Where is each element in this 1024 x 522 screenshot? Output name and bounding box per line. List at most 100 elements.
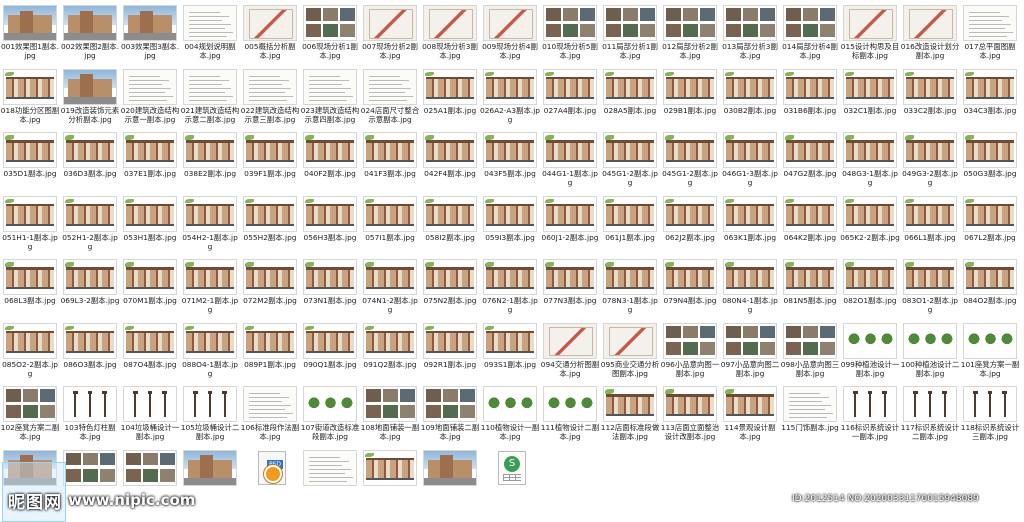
file-item[interactable]: 013局部分析3副本.jpg xyxy=(720,3,780,67)
file-item[interactable]: S xyxy=(480,448,540,512)
file-item[interactable]: 043F5副本.jpg xyxy=(480,130,540,194)
file-item[interactable]: 041F3副本.jpg xyxy=(360,130,420,194)
file-item[interactable]: 029B1副本.jpg xyxy=(660,67,720,131)
file-item[interactable]: 067L2副本.jpg xyxy=(960,194,1020,258)
file-item[interactable]: 038E2副本.jpg xyxy=(180,130,240,194)
file-item[interactable]: 052H1-2副本.jpg xyxy=(60,194,120,258)
file-item[interactable]: 030B2副本.jpg xyxy=(720,67,780,131)
file-item[interactable]: 061J1副本.jpg xyxy=(600,194,660,258)
file-item[interactable]: 008现场分析3副本.jpg xyxy=(420,3,480,67)
file-item[interactable]: 060J1-2副本.jpg xyxy=(540,194,600,258)
file-item[interactable]: 048G3-1副本.jpg xyxy=(840,130,900,194)
file-item[interactable]: 007现场分析2副本.jpg xyxy=(360,3,420,67)
file-item[interactable]: 091Q2副本.jpg xyxy=(360,321,420,385)
file-item[interactable]: 075N2副本.jpg xyxy=(420,257,480,321)
file-item[interactable]: 022建筑改造结构示意三副本.jpg xyxy=(240,67,300,131)
file-item[interactable]: 002效果图2副本.jpg xyxy=(60,3,120,67)
file-item[interactable]: 047G2副本.jpg xyxy=(780,130,840,194)
file-item[interactable]: 095商业交通分析图副本.jpg xyxy=(600,321,660,385)
file-item[interactable]: 033C2副本.jpg xyxy=(900,67,960,131)
file-item[interactable]: 080N4-1副本.jpg xyxy=(720,257,780,321)
file-item[interactable]: 056H3副本.jpg xyxy=(300,194,360,258)
file-item[interactable]: 059I3副本.jpg xyxy=(480,194,540,258)
file-item[interactable]: 036D3副本.jpg xyxy=(60,130,120,194)
file-item[interactable]: 003效果图3副本.jpg xyxy=(120,3,180,67)
file-item[interactable]: 070M1副本.jpg xyxy=(120,257,180,321)
file-item[interactable]: 035D1副本.jpg xyxy=(0,130,60,194)
file-item[interactable]: 100种植池设计二副本.jpg xyxy=(900,321,960,385)
file-item[interactable]: 097小品意向图二副本.jpg xyxy=(720,321,780,385)
file-item[interactable]: PSD xyxy=(240,448,300,512)
file-item[interactable]: 074N1-2副本.jpg xyxy=(360,257,420,321)
file-item[interactable]: 065K2-2副本.jpg xyxy=(840,194,900,258)
file-item[interactable]: 028A5副本.jpg xyxy=(600,67,660,131)
file-item[interactable]: 055H2副本.jpg xyxy=(240,194,300,258)
file-item[interactable]: 090Q1副本.jpg xyxy=(300,321,360,385)
file-item[interactable]: 077N3副本.jpg xyxy=(540,257,600,321)
file-item[interactable]: 085O2-2副本.jpg xyxy=(0,321,60,385)
file-item[interactable]: 054H2-1副本.jpg xyxy=(180,194,240,258)
file-item[interactable]: 076N2-1副本.jpg xyxy=(480,257,540,321)
file-item[interactable]: 098小品意向图三副本.jpg xyxy=(780,321,840,385)
file-item[interactable]: 015设计构思及目标副本.jpg xyxy=(840,3,900,67)
file-item[interactable]: 103特色灯柱副本.jpg xyxy=(60,384,120,448)
file-item[interactable]: 072M2副本.jpg xyxy=(240,257,300,321)
file-item[interactable]: 066L1副本.jpg xyxy=(900,194,960,258)
file-item[interactable]: 089P1副本.jpg xyxy=(240,321,300,385)
file-item[interactable]: 063K1副本.jpg xyxy=(720,194,780,258)
file-item[interactable]: 106标准段作法副本.jpg xyxy=(240,384,300,448)
file-item[interactable]: 057I1副本.jpg xyxy=(360,194,420,258)
file-item[interactable]: 018功能分区图副本.jpg xyxy=(0,67,60,131)
file-item[interactable]: 016改造设计划分副本.jpg xyxy=(900,3,960,67)
file-item[interactable]: 025A1副本.jpg xyxy=(420,67,480,131)
file-item[interactable]: 115门饰副本.jpg xyxy=(780,384,840,448)
file-item[interactable]: 005概括分析副本.jpg xyxy=(240,3,300,67)
file-item[interactable]: 118标识系统设计三副本.jpg xyxy=(960,384,1020,448)
file-item[interactable]: 062J2副本.jpg xyxy=(660,194,720,258)
file-item[interactable]: 031B6副本.jpg xyxy=(780,67,840,131)
file-item[interactable]: 111植物设计二副本.jpg xyxy=(540,384,600,448)
file-item[interactable]: 021建筑改造结构示意二副本.jpg xyxy=(180,67,240,131)
file-item[interactable]: 004规划说明副本.jpg xyxy=(180,3,240,67)
file-item[interactable]: 092R1副本.jpg xyxy=(420,321,480,385)
file-item[interactable]: 078N3-1副本.jpg xyxy=(600,257,660,321)
file-item[interactable]: 009现场分析4副本.jpg xyxy=(480,3,540,67)
file-item[interactable]: 110植物设计一副本.jpg xyxy=(480,384,540,448)
file-item[interactable]: 012局部分析2副本.jpg xyxy=(660,3,720,67)
file-item[interactable]: 023建筑改造结构示意四副本.jpg xyxy=(300,67,360,131)
file-item[interactable]: 108地面铺装一副本.jpg xyxy=(360,384,420,448)
file-item[interactable]: 042F4副本.jpg xyxy=(420,130,480,194)
file-item[interactable]: 026A2-A3副本.jpg xyxy=(480,67,540,131)
file-item[interactable]: 006现场分析1副本.jpg xyxy=(300,3,360,67)
file-item[interactable]: 010现场分析5副本.jpg xyxy=(540,3,600,67)
file-item[interactable]: 040F2副本.jpg xyxy=(300,130,360,194)
file-item[interactable]: 101座凳方案一副本.jpg xyxy=(960,321,1020,385)
file-item[interactable]: 084O2副本.jpg xyxy=(960,257,1020,321)
file-item[interactable]: 105垃圾桶设计二副本.jpg xyxy=(180,384,240,448)
file-item[interactable]: 034C3副本.jpg xyxy=(960,67,1020,131)
file-item[interactable] xyxy=(420,448,480,512)
file-item[interactable]: 093S1副本.jpg xyxy=(480,321,540,385)
file-item[interactable]: 050G3副本.jpg xyxy=(960,130,1020,194)
file-item[interactable]: 109地面铺装二副本.jpg xyxy=(420,384,480,448)
file-item[interactable]: 024店面尺寸整合示意副本.jpg xyxy=(360,67,420,131)
file-item[interactable]: 096小品意向图一副本.jpg xyxy=(660,321,720,385)
file-item[interactable]: 086O3副本.jpg xyxy=(60,321,120,385)
file-item[interactable]: 114景观设计副本.jpg xyxy=(720,384,780,448)
file-item[interactable]: 082O1副本.jpg xyxy=(840,257,900,321)
file-item[interactable]: 045G1-2副本.jpg xyxy=(660,130,720,194)
file-item[interactable]: 107街道改造标准段副本.jpg xyxy=(300,384,360,448)
file-item[interactable]: 073N1副本.jpg xyxy=(300,257,360,321)
file-item[interactable]: 071M2-1副本.jpg xyxy=(180,257,240,321)
file-item[interactable]: 014局部分析4副本.jpg xyxy=(780,3,840,67)
file-item[interactable]: 068L3副本.jpg xyxy=(0,257,60,321)
file-item[interactable]: 083O1-2副本.jpg xyxy=(900,257,960,321)
file-item[interactable]: 069L3-2副本.jpg xyxy=(60,257,120,321)
file-item[interactable]: 104垃圾桶设计一副本.jpg xyxy=(120,384,180,448)
file-item[interactable]: 064K2副本.jpg xyxy=(780,194,840,258)
file-item[interactable]: 039F1副本.jpg xyxy=(240,130,300,194)
file-item[interactable]: 011局部分析1副本.jpg xyxy=(600,3,660,67)
file-item[interactable]: 001效果图1副本.jpg xyxy=(0,3,60,67)
file-item[interactable]: 053H1副本.jpg xyxy=(120,194,180,258)
file-item[interactable]: 102座凳方案二副本.jpg xyxy=(0,384,60,448)
